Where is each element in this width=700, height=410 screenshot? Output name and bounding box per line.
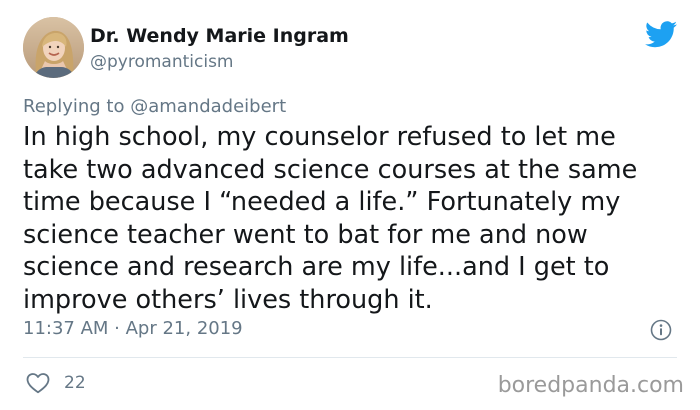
avatar[interactable]: [23, 17, 84, 78]
twitter-bird-icon[interactable]: [645, 21, 677, 48]
tweet-timestamp[interactable]: 11:37 AM · Apr 21, 2019: [23, 317, 243, 341]
heart-icon: [26, 373, 50, 394]
tweet-text-line: take two advanced science courses at the…: [23, 154, 638, 185]
author-name[interactable]: Dr. Wendy Marie Ingram: [90, 24, 349, 48]
watermark: boredpanda.com: [497, 373, 684, 398]
tweet-text-line: time because I “needed a life.” Fortunat…: [23, 187, 621, 218]
like-count: 22: [64, 373, 86, 393]
profile-photo: [23, 17, 84, 78]
reply-prefix: Replying to: [23, 96, 131, 117]
tweet-text-line: In high school, my counselor refused to …: [23, 122, 616, 152]
reply-mention-link[interactable]: @amandadeibert: [130, 96, 286, 117]
tweet-text-line: improve others’ lives through it.: [23, 284, 433, 315]
divider: [23, 357, 677, 358]
info-icon[interactable]: [650, 319, 672, 341]
reply-context: Replying to @amandadeibert: [23, 95, 286, 119]
author-handle[interactable]: @pyromanticism: [90, 51, 234, 73]
tweet-text: In high school, my counselor refused to …: [23, 121, 683, 317]
like-button[interactable]: 22: [26, 371, 86, 395]
tweet-text-line: science teacher went to bat for me and n…: [23, 219, 588, 250]
tweet-text-line: science and research are my life...and I…: [23, 252, 610, 283]
